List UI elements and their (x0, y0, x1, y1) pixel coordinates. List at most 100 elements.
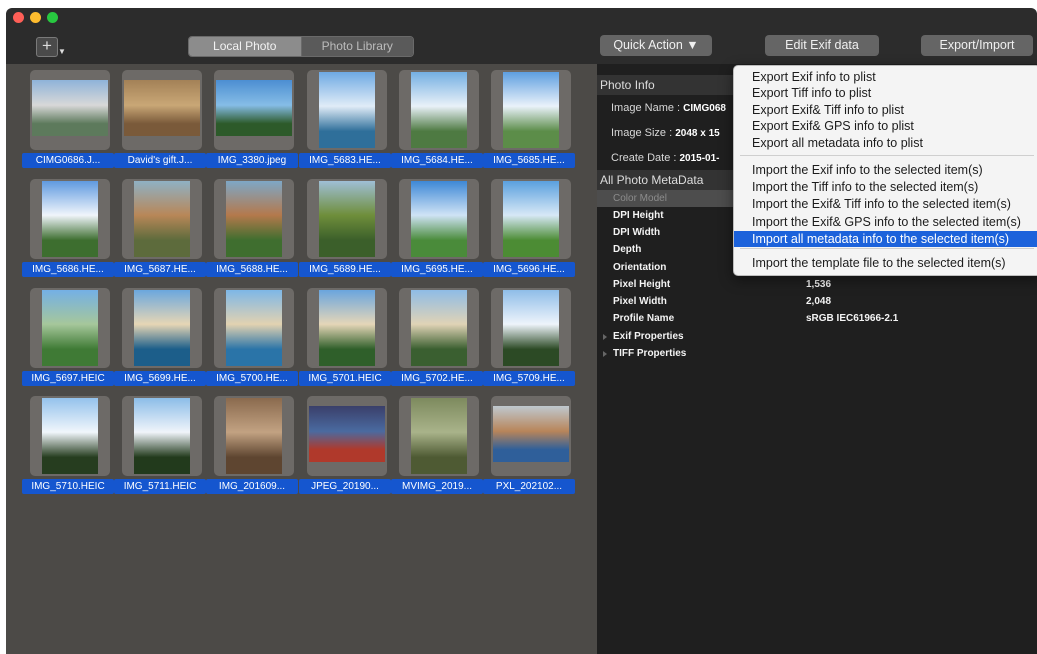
close-window-button[interactable] (13, 12, 24, 23)
photo-thumbnail[interactable] (30, 70, 110, 150)
disclosure-triangle-icon[interactable] (603, 334, 607, 340)
menu-item[interactable]: Import the Exif& GPS info to the selecte… (734, 214, 1037, 230)
photo-image (503, 290, 559, 366)
photo-item[interactable]: MVIMG_2019... (389, 396, 485, 496)
zoom-window-button[interactable] (47, 12, 58, 23)
metadata-row[interactable]: Exif Properties (597, 328, 1037, 345)
photo-image (503, 72, 559, 148)
quick-action-button[interactable]: Quick Action ▼ (600, 35, 712, 56)
menu-item[interactable]: Export Tiff info to plist (734, 85, 1037, 101)
photo-filename: IMG_5709.HE... (483, 371, 575, 386)
photo-item[interactable]: IMG_3380.jpeg (204, 70, 300, 170)
photo-thumbnail[interactable] (491, 70, 571, 150)
tab-photo-library[interactable]: Photo Library (300, 37, 413, 56)
metadata-row[interactable]: Pixel Height 1,536 (597, 276, 1037, 293)
photo-item[interactable]: IMG_5710.HEIC (20, 396, 116, 496)
photo-item[interactable]: IMG_5711.HEIC (112, 396, 208, 496)
photo-filename: IMG_5701.HEIC (299, 371, 391, 386)
menu-separator (740, 248, 1034, 249)
create-date-label: Create Date : (611, 152, 677, 164)
disclosure-triangle-icon[interactable] (603, 351, 607, 357)
menu-item[interactable]: Export Exif& Tiff info to plist (734, 102, 1037, 118)
photo-thumbnail[interactable] (307, 179, 387, 259)
metadata-key: Color Model (613, 193, 667, 204)
export-import-button[interactable]: Export/Import (921, 35, 1033, 56)
photo-image (503, 181, 559, 257)
photo-image (134, 290, 190, 366)
photo-item[interactable]: IMG_5695.HE... (389, 179, 485, 279)
photo-thumbnail[interactable] (491, 179, 571, 259)
menu-item[interactable]: Import the Exif& Tiff info to the select… (734, 196, 1037, 212)
add-button[interactable]: + (36, 37, 58, 57)
photo-thumbnail[interactable] (399, 396, 479, 476)
image-name-row: Image Name : CIMG068 (611, 102, 726, 114)
photo-item[interactable]: IMG_5683.HE... (297, 70, 393, 170)
chevron-down-icon[interactable]: ▼ (58, 47, 66, 56)
photo-item[interactable]: IMG_5684.HE... (389, 70, 485, 170)
photo-thumbnail[interactable] (214, 288, 294, 368)
photo-image (134, 398, 190, 474)
photo-item[interactable]: IMG_5696.HE... (481, 179, 577, 279)
photo-thumbnail[interactable] (399, 70, 479, 150)
photo-thumbnail[interactable] (30, 179, 110, 259)
photo-item[interactable]: PXL_202102... (481, 396, 577, 496)
photo-item[interactable]: IMG_5709.HE... (481, 288, 577, 388)
photo-filename: IMG_5687.HE... (114, 262, 206, 277)
edit-exif-button[interactable]: Edit Exif data (765, 35, 879, 56)
photo-thumbnail[interactable] (491, 396, 571, 476)
menu-item[interactable]: Export all metadata info to plist (734, 135, 1037, 151)
image-name-label: Image Name : (611, 102, 681, 114)
photo-item[interactable]: IMG_5687.HE... (112, 179, 208, 279)
photo-thumbnail[interactable] (122, 70, 202, 150)
photo-item[interactable]: David's gift.J... (112, 70, 208, 170)
photo-thumbnail[interactable] (214, 70, 294, 150)
photo-thumbnail[interactable] (122, 396, 202, 476)
metadata-row[interactable]: Pixel Width 2,048 (597, 293, 1037, 310)
metadata-row[interactable]: TIFF Properties (597, 345, 1037, 362)
photo-item[interactable]: IMG_5685.HE... (481, 70, 577, 170)
photo-thumbnail[interactable] (122, 288, 202, 368)
menu-item[interactable]: Import the template file to the selected… (734, 255, 1037, 271)
photo-item[interactable]: IMG_5702.HE... (389, 288, 485, 388)
photo-filename: IMG_5696.HE... (483, 262, 575, 277)
photo-item[interactable]: IMG_5701.HEIC (297, 288, 393, 388)
menu-item[interactable]: Import all metadata info to the selected… (734, 230, 1037, 247)
photo-image (134, 181, 190, 257)
photo-thumbnail[interactable] (307, 396, 387, 476)
photo-thumbnail[interactable] (399, 179, 479, 259)
photo-item[interactable]: IMG_5699.HE... (112, 288, 208, 388)
photo-image (226, 181, 282, 257)
photo-image (124, 80, 200, 136)
metadata-key: DPI Width (613, 227, 661, 238)
photo-thumbnail[interactable] (399, 288, 479, 368)
photo-item[interactable]: IMG_201609... (204, 396, 300, 496)
photo-image (42, 398, 98, 474)
create-date-value: 2015-01- (679, 153, 720, 164)
photo-item[interactable]: IMG_5686.HE... (20, 179, 116, 279)
photo-item[interactable]: IMG_5689.HE... (297, 179, 393, 279)
photo-thumbnail[interactable] (307, 70, 387, 150)
photo-item[interactable]: IMG_5697.HEIC (20, 288, 116, 388)
photo-thumbnail[interactable] (30, 396, 110, 476)
image-size-label: Image Size : (611, 127, 673, 139)
metadata-row[interactable]: Profile Name sRGB IEC61966-2.1 (597, 310, 1037, 327)
menu-item[interactable]: Import the Exif info to the selected ite… (734, 162, 1037, 178)
minimize-window-button[interactable] (30, 12, 41, 23)
menu-item[interactable]: Export Exif info to plist (734, 69, 1037, 85)
photo-filename: IMG_5685.HE... (483, 153, 575, 168)
photo-item[interactable]: IMG_5688.HE... (204, 179, 300, 279)
tab-local-photo[interactable]: Local Photo (189, 37, 301, 56)
photo-thumbnail[interactable] (491, 288, 571, 368)
menu-item[interactable]: Import the Tiff info to the selected ite… (734, 179, 1037, 195)
photo-thumbnail[interactable] (214, 179, 294, 259)
photo-thumbnail[interactable] (30, 288, 110, 368)
photo-thumbnail[interactable] (307, 288, 387, 368)
photo-item[interactable]: CIMG0686.J... (20, 70, 116, 170)
metadata-value: sRGB IEC61966-2.1 (806, 313, 899, 324)
photo-item[interactable]: IMG_5700.HE... (204, 288, 300, 388)
photo-filename: IMG_5683.HE... (299, 153, 391, 168)
photo-thumbnail[interactable] (214, 396, 294, 476)
menu-item[interactable]: Export Exif& GPS info to plist (734, 118, 1037, 134)
photo-thumbnail[interactable] (122, 179, 202, 259)
photo-item[interactable]: JPEG_20190... (297, 396, 393, 496)
